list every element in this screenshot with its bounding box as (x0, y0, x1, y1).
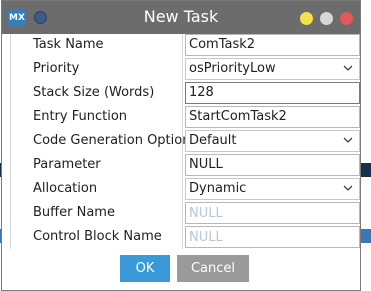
priority-select[interactable]: osPriorityLow (185, 58, 360, 80)
allocation-select[interactable]: Dynamic (185, 178, 360, 200)
cancel-button[interactable]: Cancel (177, 255, 249, 282)
control-block-name-input[interactable] (185, 226, 360, 248)
code-generation-option-select[interactable]: Default (185, 130, 360, 152)
parameter-input[interactable]: NULL (185, 154, 360, 176)
background-strip (361, 229, 371, 243)
stack-size-input[interactable]: 128 (185, 82, 360, 104)
code-generation-option-label: Code Generation Option (33, 133, 191, 148)
form-row-task-name: Task Name ComTask2 (2, 34, 360, 56)
background-bar (361, 163, 371, 177)
priority-value: osPriorityLow (189, 61, 276, 76)
form-row-buffer-name: Buffer Name (2, 202, 360, 224)
minimize-button[interactable] (300, 12, 313, 25)
chevron-down-icon (343, 65, 353, 71)
task-name-label: Task Name (33, 37, 104, 52)
entry-function-input[interactable]: StartComTask2 (185, 106, 360, 128)
allocation-value: Dynamic (189, 181, 247, 196)
buffer-name-label: Buffer Name (33, 205, 115, 220)
control-block-name-label: Control Block Name (33, 229, 162, 244)
form-row-code-generation-option: Code Generation Option Default (2, 130, 360, 152)
form-row-stack-size: Stack Size (Words) 128 (2, 82, 360, 104)
stack-size-label: Stack Size (Words) (33, 85, 155, 100)
task-name-input[interactable]: ComTask2 (185, 34, 360, 56)
ok-button[interactable]: OK (120, 255, 170, 282)
buffer-name-input[interactable] (185, 202, 360, 224)
parameter-label: Parameter (33, 157, 101, 172)
form-row-entry-function: Entry Function StartComTask2 (2, 106, 360, 128)
form-row-priority: Priority osPriorityLow (2, 58, 360, 80)
maximize-button[interactable] (320, 12, 333, 25)
form-row-allocation: Allocation Dynamic (2, 178, 360, 200)
code-generation-option-value: Default (189, 133, 237, 148)
allocation-label: Allocation (33, 181, 98, 196)
entry-function-label: Entry Function (33, 109, 128, 124)
new-task-dialog: MX New Task Task Name ComTask2 Priority … (1, 0, 361, 291)
priority-label: Priority (33, 61, 80, 76)
title-bar[interactable]: MX New Task (2, 1, 360, 34)
close-button[interactable] (340, 12, 353, 25)
form-row-control-block-name: Control Block Name (2, 226, 360, 248)
form-row-parameter: Parameter NULL (2, 154, 360, 176)
chevron-down-icon (343, 185, 353, 191)
chevron-down-icon (343, 137, 353, 143)
